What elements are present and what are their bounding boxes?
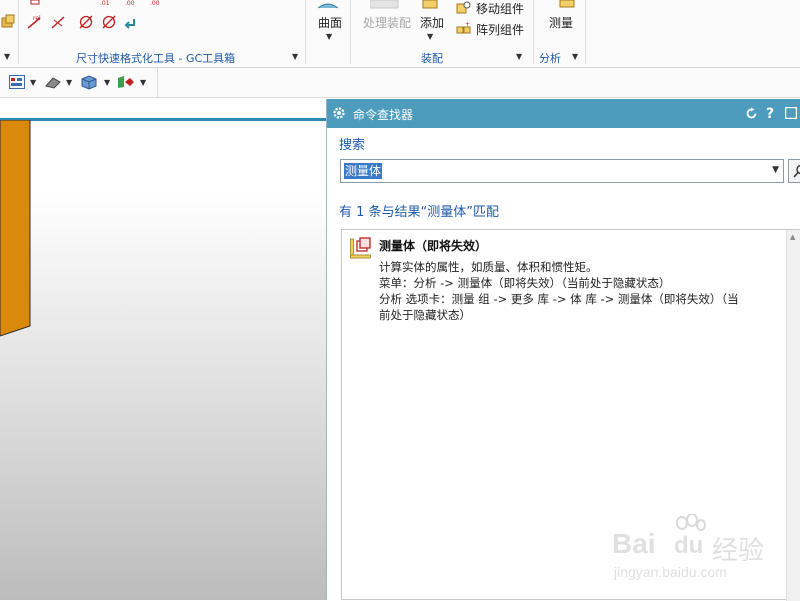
group-label-assembly: 装配	[421, 52, 443, 65]
result-tab-path-cont: 前处于隐藏状态）	[379, 308, 471, 322]
diameter-icon[interactable]	[78, 14, 94, 30]
dimension-format-icon[interactable]: rel	[26, 14, 44, 30]
chevron-down-icon[interactable]: ▼	[66, 78, 72, 87]
chevron-down-icon[interactable]: ▼	[772, 165, 779, 175]
chevron-down-icon[interactable]: ▼	[140, 78, 146, 87]
surface-button[interactable]: 曲面	[318, 14, 342, 31]
view-toolbar: ▼ ▼ ▼ ▼	[0, 68, 800, 98]
result-tab-path: 分析 选项卡：测量 组 -> 更多 库 -> 体 库 -> 测量体（即将失效）（…	[379, 292, 739, 306]
move-component-icon[interactable]	[456, 1, 472, 15]
watermark-cn: 经验	[712, 536, 765, 566]
chevron-down-icon[interactable]: ▼	[292, 52, 298, 61]
watermark: Bai du 经验 jingyan.baidu.com	[612, 514, 792, 584]
search-input[interactable]: 测量体 ▼	[340, 159, 784, 183]
process-assembly-button[interactable]: 处理装配	[363, 14, 411, 31]
watermark-brand2: du	[674, 532, 704, 559]
assembly-icon[interactable]	[0, 14, 16, 30]
result-menu-path: 菜单：分析 -> 测量体（即将失效）（当前处于隐藏状态）	[379, 276, 671, 290]
result-description: 计算实体的属性，如质量、体积和惯性矩。	[379, 260, 598, 274]
chevron-down-icon[interactable]: ▼	[30, 78, 36, 87]
chevron-down-icon[interactable]: ▼	[326, 32, 332, 41]
watermark-brand: Bai	[612, 528, 656, 559]
result-title[interactable]: 测量体（即将失效）	[379, 237, 487, 254]
help-icon[interactable]: ?	[765, 106, 777, 121]
measure-icon[interactable]	[558, 0, 576, 10]
dimension-red-icon[interactable]	[30, 0, 40, 6]
ribbon: ▼ rel .01 .00 .00 尺寸快速格式化工具 - GC工具箱 ▼ 曲面…	[0, 0, 800, 68]
group-label-gc-toolbox: 尺寸快速格式化工具 - GC工具箱	[76, 52, 236, 65]
chevron-down-icon[interactable]: ▼	[104, 78, 110, 87]
array-component-button[interactable]: 阵列组件	[476, 21, 524, 38]
viewport-border	[0, 118, 326, 121]
maximize-icon[interactable]	[785, 107, 797, 119]
search-input-value[interactable]: 测量体	[344, 163, 383, 179]
add-component-icon[interactable]	[420, 0, 440, 10]
panel-header: 命令查找器 ?	[327, 99, 800, 128]
group-label-analysis: 分析	[539, 52, 561, 65]
panel-title: 命令查找器	[353, 108, 414, 122]
add-button[interactable]: 添加	[420, 14, 444, 31]
svg-text:+: +	[465, 22, 470, 28]
measure-button[interactable]: 测量	[549, 14, 573, 31]
watermark-url: jingyan.baidu.com	[614, 564, 727, 580]
chevron-down-icon[interactable]: ▼	[427, 32, 433, 41]
render-style-icon[interactable]	[44, 74, 62, 90]
move-component-button[interactable]: 移动组件	[476, 0, 524, 17]
chevron-down-icon[interactable]: ▼	[4, 52, 10, 61]
measure-body-icon	[350, 237, 371, 259]
array-component-icon[interactable]: +	[456, 22, 472, 36]
refresh-icon[interactable]	[745, 107, 758, 120]
graphics-viewport[interactable]	[0, 99, 326, 600]
process-assembly-icon	[370, 0, 399, 9]
chevron-down-icon[interactable]: ▼	[516, 52, 522, 61]
layout-icon[interactable]	[9, 75, 25, 89]
search-label: 搜索	[339, 138, 366, 153]
view-cube-icon[interactable]	[80, 74, 98, 90]
diameter-alt-icon[interactable]	[101, 14, 117, 30]
result-summary: 有 1 条与结果“测量体”匹配	[339, 205, 500, 220]
chevron-down-icon[interactable]: ▼	[572, 52, 578, 61]
scroll-up-icon[interactable]: ▲	[790, 233, 795, 241]
section-view-icon[interactable]	[116, 74, 136, 90]
svg-text:rel: rel	[33, 15, 41, 22]
surface-icon[interactable]	[318, 0, 338, 10]
svg-text:?: ?	[766, 106, 774, 121]
solid-body[interactable]	[0, 120, 40, 340]
dimension-angle-icon[interactable]	[50, 14, 68, 30]
return-arrow-icon[interactable]	[124, 16, 138, 30]
search-button[interactable]	[788, 159, 800, 183]
gear-icon[interactable]	[332, 106, 346, 120]
search-icon[interactable]	[793, 164, 800, 178]
